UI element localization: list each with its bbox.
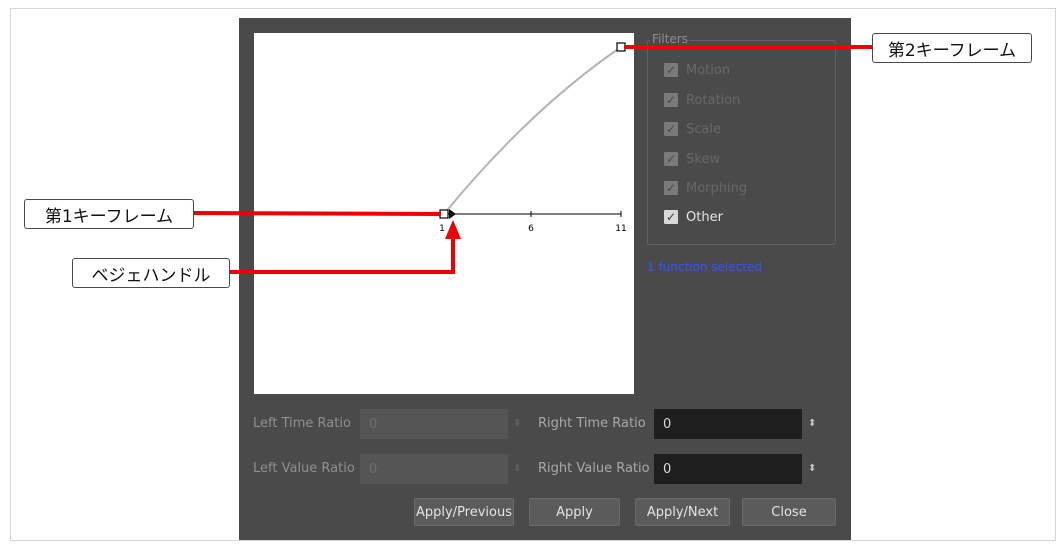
tick-label: 11	[615, 224, 626, 234]
checkbox-icon[interactable]: ✓	[664, 152, 678, 166]
left-time-ratio-input[interactable]: 0	[360, 409, 508, 439]
callout-keyframe-1: 第1キーフレーム	[24, 199, 194, 229]
filter-label: Motion	[686, 62, 731, 78]
filter-label: Morphing	[686, 180, 748, 196]
left-time-ratio-spinner-icon[interactable]: ⬍	[513, 419, 521, 429]
filter-motion[interactable]: ✓ Motion	[664, 61, 730, 79]
tick-label: 1	[439, 224, 445, 234]
filter-rotation[interactable]: ✓ Rotation	[664, 91, 740, 109]
right-time-ratio-spinner-icon[interactable]: ⬍	[808, 419, 816, 429]
left-time-ratio-label: Left Time Ratio	[253, 416, 351, 431]
apply-button[interactable]: Apply	[529, 498, 620, 526]
right-time-ratio-input[interactable]: 0	[654, 409, 802, 439]
right-time-ratio-label: Right Time Ratio	[538, 416, 646, 431]
tick-label: 6	[528, 224, 534, 234]
checkbox-icon[interactable]: ✓	[664, 181, 678, 195]
callout-keyframe-2: 第2キーフレーム	[872, 33, 1032, 63]
checkbox-icon[interactable]: ✓	[664, 63, 678, 77]
bezier-handle[interactable]	[449, 209, 456, 219]
ease-curve	[443, 46, 622, 215]
filters-title: Filters	[650, 31, 690, 47]
filter-scale[interactable]: ✓ Scale	[664, 120, 721, 138]
checkbox-icon[interactable]: ✓	[664, 122, 678, 136]
filter-label: Scale	[686, 121, 721, 137]
function-graph[interactable]: 1 6 11	[254, 33, 634, 394]
right-value-ratio-spinner-icon[interactable]: ⬍	[808, 464, 816, 474]
selection-status: 1 function selected	[647, 260, 762, 274]
left-value-ratio-label: Left Value Ratio	[253, 461, 355, 476]
left-value-ratio-input[interactable]: 0	[360, 454, 508, 484]
filter-skew[interactable]: ✓ Skew	[664, 150, 720, 168]
filter-label: Other	[686, 209, 723, 225]
keyframe-2-marker[interactable]	[616, 42, 626, 52]
filter-morphing[interactable]: ✓ Morphing	[664, 179, 747, 197]
apply-next-button[interactable]: Apply/Next	[635, 498, 730, 526]
left-value-ratio-spinner-icon[interactable]: ⬍	[513, 464, 521, 474]
close-button[interactable]: Close	[742, 498, 836, 526]
right-value-ratio-label: Right Value Ratio	[538, 461, 650, 476]
callout-bezier-handle: ベジェハンドル	[72, 258, 230, 288]
keyframe-1-marker[interactable]	[439, 209, 449, 219]
checkbox-icon[interactable]: ✓	[664, 210, 678, 224]
right-value-ratio-input[interactable]: 0	[654, 454, 802, 484]
filter-label: Skew	[686, 151, 720, 167]
apply-previous-button[interactable]: Apply/Previous	[414, 498, 514, 526]
checkbox-icon[interactable]: ✓	[664, 93, 678, 107]
filter-label: Rotation	[686, 92, 741, 108]
filter-other[interactable]: ✓ Other	[664, 208, 723, 226]
